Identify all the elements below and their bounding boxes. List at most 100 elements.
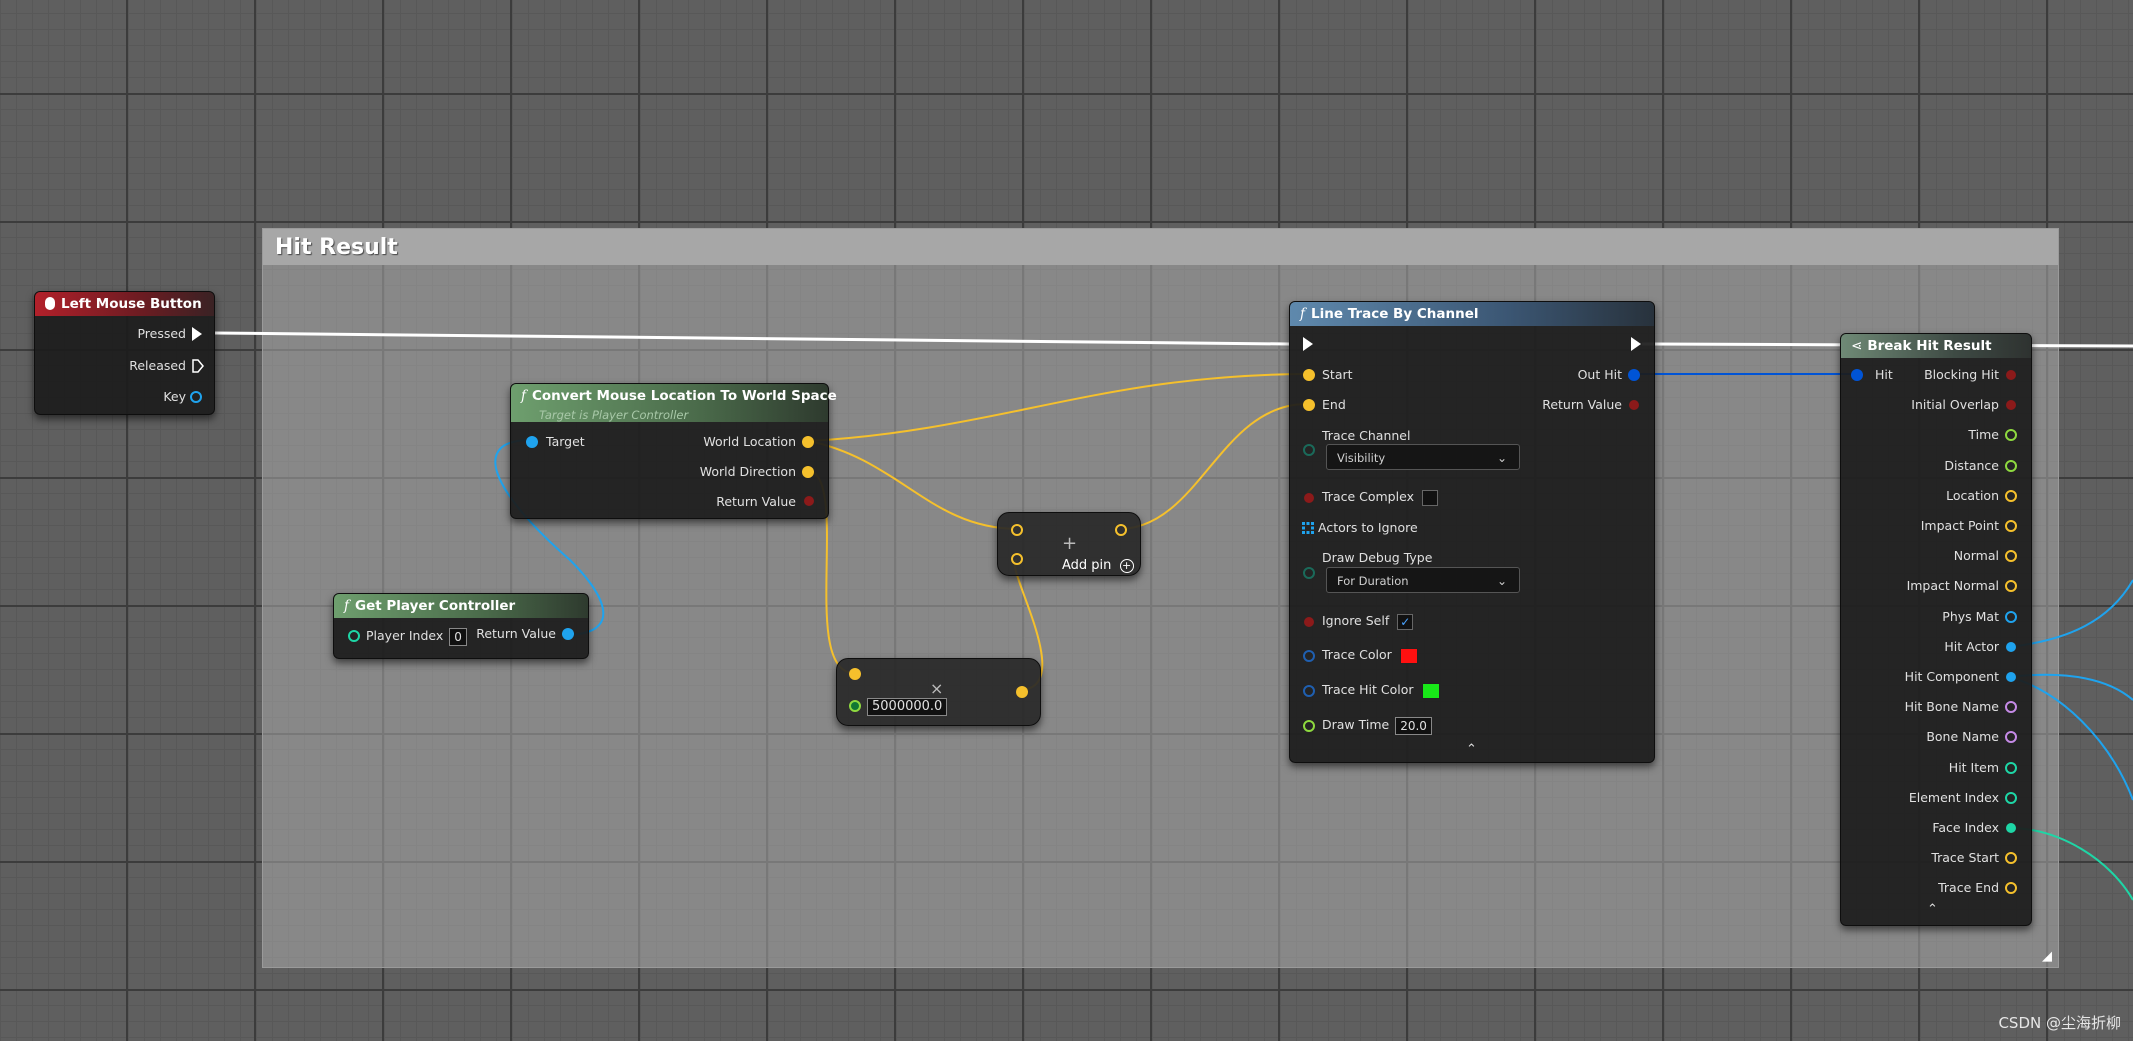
exec-pin-icon[interactable] bbox=[192, 327, 202, 341]
output-pin-icon[interactable] bbox=[2005, 882, 2017, 895]
trace-color-swatch[interactable] bbox=[1399, 647, 1418, 664]
output-pin-icon[interactable] bbox=[2005, 761, 2017, 774]
output-pin-icon[interactable] bbox=[2005, 731, 2017, 744]
mouse-icon bbox=[45, 297, 55, 310]
vector-pin-icon[interactable] bbox=[1011, 553, 1023, 565]
trace-hit-color-label: Trace Hit Color bbox=[1322, 682, 1414, 697]
add-pin-button[interactable]: Add pin + bbox=[1062, 557, 1134, 575]
vector-pin-icon[interactable] bbox=[1303, 399, 1315, 411]
player-index-input[interactable]: 0 bbox=[449, 627, 467, 646]
pin-label-draw-debug-type: Draw Debug Type bbox=[1322, 550, 1433, 565]
pin-label-return-value: Return Value bbox=[476, 626, 556, 641]
break-hit-result-node[interactable]: ⋖ Break Hit Result Hit Blocking Hit Initia… bbox=[1840, 333, 2032, 926]
pin-label-pressed: Pressed bbox=[137, 326, 186, 341]
output-pin-icon[interactable] bbox=[2005, 610, 2017, 623]
output-pin-icon[interactable] bbox=[2005, 580, 2017, 593]
pin-label-ignore-self: Ignore Self ✓ bbox=[1322, 612, 1414, 630]
break-struct-icon: ⋖ bbox=[1851, 338, 1863, 354]
output-pin-icon[interactable] bbox=[2005, 520, 2017, 532]
vector-pin-icon[interactable] bbox=[802, 466, 814, 478]
array-pin-icon[interactable] bbox=[1302, 522, 1314, 534]
output-pin-icon[interactable] bbox=[2006, 672, 2016, 682]
collapse-chevron-up-icon[interactable]: ⌃ bbox=[1927, 902, 1938, 917]
node-title: Get Player Controller bbox=[355, 598, 516, 614]
struct-pin-icon[interactable] bbox=[1628, 369, 1640, 381]
left-mouse-button-node[interactable]: Left Mouse Button Pressed Released Key bbox=[34, 291, 215, 415]
vector-pin-icon[interactable] bbox=[849, 668, 861, 680]
function-icon: f bbox=[1300, 306, 1305, 322]
add-node[interactable]: + Add pin + bbox=[997, 512, 1141, 576]
float-pin-icon[interactable] bbox=[849, 700, 861, 712]
break-hit-output-label: Bone Name bbox=[1926, 729, 1999, 745]
watermark: CSDN @尘海折柳 bbox=[1998, 1014, 2121, 1032]
pin-label-key: Key bbox=[163, 389, 186, 404]
pin-label-return-value: Return Value bbox=[1542, 397, 1622, 412]
break-hit-output-label: Impact Point bbox=[1920, 518, 1999, 533]
add-pin-label: Add pin bbox=[1062, 558, 1112, 573]
pin-label-trace-hit-color: Trace Hit Color bbox=[1322, 681, 1440, 699]
trace-complex-label: Trace Complex bbox=[1322, 489, 1414, 504]
node-title: Break Hit Result bbox=[1867, 338, 1992, 354]
output-pin-icon[interactable] bbox=[2006, 370, 2016, 380]
float-pin-icon[interactable] bbox=[1303, 720, 1315, 732]
pin-label-trace-complex: Trace Complex bbox=[1322, 488, 1438, 506]
output-pin-icon[interactable] bbox=[2006, 823, 2016, 833]
output-pin-icon[interactable] bbox=[2006, 641, 2016, 652]
output-pin-icon[interactable] bbox=[2005, 701, 2017, 714]
collapse-chevron-up-icon[interactable]: ⌃ bbox=[1466, 742, 1477, 757]
vector-pin-icon[interactable] bbox=[1016, 686, 1028, 698]
node-header[interactable]: Left Mouse Button bbox=[35, 292, 214, 316]
object-pin-icon[interactable] bbox=[526, 436, 538, 448]
get-player-controller-node[interactable]: f Get Player Controller Player Index 0 Ret… bbox=[333, 593, 589, 659]
color-pin-icon[interactable] bbox=[1303, 685, 1315, 697]
object-pin-icon[interactable] bbox=[562, 628, 574, 640]
line-trace-by-channel-node[interactable]: f Line Trace By Channel Start Out Hit End… bbox=[1289, 301, 1655, 763]
vector-pin-icon[interactable] bbox=[1011, 524, 1023, 536]
convert-mouse-location-node[interactable]: f Convert Mouse Location To World Space T… bbox=[510, 383, 837, 519]
node-header[interactable]: f Convert Mouse Location To World Space T… bbox=[511, 384, 837, 422]
break-hit-output-label: Distance bbox=[1944, 457, 1999, 473]
function-icon: f bbox=[344, 598, 349, 614]
struct-pin-icon[interactable] bbox=[1851, 369, 1863, 381]
resize-grip-icon[interactable]: ◢ bbox=[2042, 950, 2054, 963]
draw-debug-value: For Duration bbox=[1337, 574, 1409, 588]
node-header[interactable]: f Get Player Controller bbox=[334, 594, 588, 618]
break-hit-output-label: Time bbox=[1968, 427, 1999, 443]
pin-label-return-value: Return Value bbox=[716, 494, 796, 509]
int-pin-icon[interactable] bbox=[348, 630, 360, 642]
comment-title[interactable]: Hit Result bbox=[263, 229, 2058, 265]
vector-pin-icon[interactable] bbox=[1115, 524, 1127, 536]
draw-time-input[interactable]: 20.0 bbox=[1395, 716, 1432, 735]
multiply-node[interactable]: 5000000.0 × bbox=[836, 658, 1041, 726]
bool-pin-icon[interactable] bbox=[1304, 617, 1314, 627]
output-pin-icon[interactable] bbox=[2005, 489, 2017, 502]
bool-pin-icon[interactable] bbox=[1304, 493, 1314, 503]
trace-complex-checkbox[interactable] bbox=[1421, 489, 1438, 506]
color-pin-icon[interactable] bbox=[1303, 650, 1315, 662]
output-pin-icon[interactable] bbox=[2005, 459, 2017, 472]
output-pin-icon[interactable] bbox=[2006, 400, 2016, 411]
bool-pin-icon[interactable] bbox=[1629, 400, 1639, 410]
trace-channel-dropdown[interactable]: Visibility ⌄ bbox=[1326, 444, 1520, 470]
bool-pin-icon[interactable] bbox=[804, 496, 814, 506]
trace-hit-color-swatch[interactable] bbox=[1421, 682, 1440, 699]
node-header[interactable]: ⋖ Break Hit Result bbox=[1841, 334, 2031, 358]
output-pin-icon[interactable] bbox=[2005, 852, 2017, 865]
node-header[interactable]: f Line Trace By Channel bbox=[1290, 302, 1654, 326]
exec-in-pin-icon[interactable] bbox=[1303, 337, 1313, 351]
break-hit-output-label: Element Index bbox=[1908, 789, 1999, 805]
vector-pin-icon[interactable] bbox=[802, 436, 814, 448]
enum-pin-icon[interactable] bbox=[1303, 567, 1315, 579]
exec-out-pin-icon[interactable] bbox=[1631, 337, 1641, 351]
exec-pin-icon[interactable] bbox=[192, 359, 204, 373]
draw-debug-type-dropdown[interactable]: For Duration ⌄ bbox=[1326, 567, 1520, 593]
enum-pin-icon[interactable] bbox=[1303, 444, 1315, 456]
player-index-label: Player Index bbox=[366, 628, 444, 643]
vector-pin-icon[interactable] bbox=[1303, 369, 1315, 381]
ignore-self-checkbox[interactable]: ✓ bbox=[1397, 613, 1414, 630]
output-pin-icon[interactable] bbox=[2005, 791, 2017, 804]
key-pin-icon[interactable] bbox=[190, 391, 202, 403]
output-pin-icon[interactable] bbox=[2005, 429, 2017, 442]
multiply-value-input[interactable]: 5000000.0 bbox=[867, 697, 948, 716]
output-pin-icon[interactable] bbox=[2005, 550, 2017, 563]
